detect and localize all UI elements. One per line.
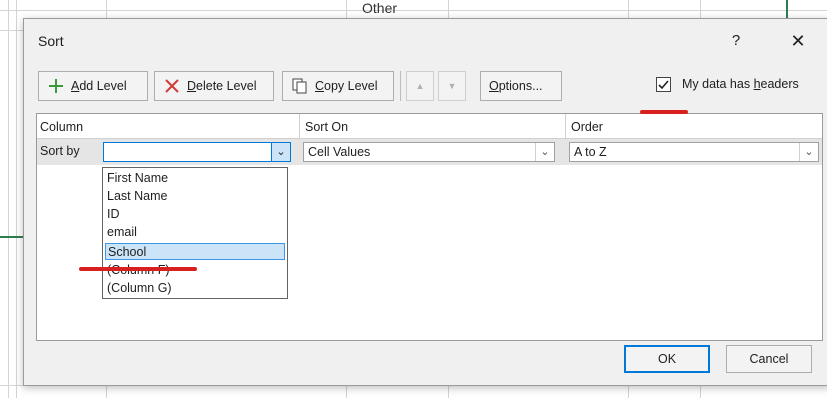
selection-border <box>786 0 788 18</box>
checkmark-icon <box>658 80 669 90</box>
dialog-title: Sort <box>38 33 64 49</box>
delete-x-icon <box>163 77 181 95</box>
move-up-button[interactable]: ▲ <box>406 71 434 101</box>
dropdown-item[interactable]: First Name <box>105 170 285 187</box>
annotation-underline <box>79 267 197 271</box>
dropdown-item-selected[interactable]: School <box>105 243 285 260</box>
plus-icon <box>47 77 65 95</box>
dropdown-item[interactable]: Last Name <box>105 188 285 205</box>
dropdown-item[interactable]: ID <box>105 206 285 223</box>
headers-label-accel: h <box>753 77 761 91</box>
chevron-down-icon[interactable]: ⌄ <box>535 143 554 161</box>
cell-text: Other <box>362 0 398 16</box>
delete-level-accel: D <box>187 79 197 93</box>
add-level-button[interactable]: Add Level <box>38 71 148 101</box>
column-dropdown-list: First Name Last Name ID email School (Co… <box>102 167 288 299</box>
grid-line <box>16 0 17 398</box>
headers-label-prefix: My data has <box>682 77 754 91</box>
headers-label[interactable]: My data has headers <box>682 77 799 91</box>
headers-checkbox[interactable] <box>656 77 671 92</box>
copy-icon <box>291 77 309 95</box>
move-down-button[interactable]: ▼ <box>438 71 466 101</box>
sort-on-header: Sort On <box>305 120 349 134</box>
help-button[interactable]: ? <box>724 29 748 53</box>
dropdown-item[interactable]: email <box>105 224 285 241</box>
ok-button[interactable]: OK <box>624 345 710 373</box>
order-value: A to Z <box>574 145 607 159</box>
sort-on-select[interactable]: Cell Values ⌄ <box>303 142 555 162</box>
copy-level-button[interactable]: Copy Level <box>282 71 394 101</box>
sort-by-label: Sort by <box>40 144 80 158</box>
add-level-label: dd Level <box>79 79 127 93</box>
options-button[interactable]: Options... <box>480 71 562 101</box>
headers-label-rest: eaders <box>760 77 799 91</box>
dropdown-item[interactable]: (Column G) <box>105 280 285 297</box>
cancel-button[interactable]: Cancel <box>726 345 812 373</box>
chevron-up-icon: ▲ <box>415 81 425 91</box>
options-accel: O <box>489 79 499 93</box>
grid-line <box>8 0 9 398</box>
copy-level-accel: C <box>315 79 325 93</box>
chevron-down-icon[interactable]: ⌄ <box>271 143 290 161</box>
add-level-accel: A <box>71 79 80 93</box>
annotation-underline <box>640 110 688 114</box>
delete-level-button[interactable]: Delete Level <box>154 71 274 101</box>
close-button[interactable]: ✕ <box>786 29 810 53</box>
selection-border <box>0 236 23 238</box>
sort-level-row[interactable]: Sort by ⌄ Cell Values ⌄ A to Z ⌄ <box>37 139 822 165</box>
toolbar-separator <box>400 71 401 101</box>
sort-on-value: Cell Values <box>308 145 371 159</box>
column-separator <box>565 114 566 138</box>
order-header: Order <box>571 120 603 134</box>
delete-level-label: elete Level <box>196 79 257 93</box>
column-select[interactable]: ⌄ <box>103 142 291 162</box>
sort-dialog: Sort ? ✕ Add Level Delete Level Copy Lev… <box>23 18 827 386</box>
options-label: ptions... <box>498 79 543 93</box>
order-select[interactable]: A to Z ⌄ <box>569 142 819 162</box>
grid-line <box>0 10 827 11</box>
copy-level-label: opy Level <box>324 79 378 93</box>
column-header: Column <box>40 120 84 134</box>
chevron-down-icon: ▼ <box>447 81 457 91</box>
column-separator <box>299 114 300 138</box>
chevron-down-icon[interactable]: ⌄ <box>799 143 818 161</box>
